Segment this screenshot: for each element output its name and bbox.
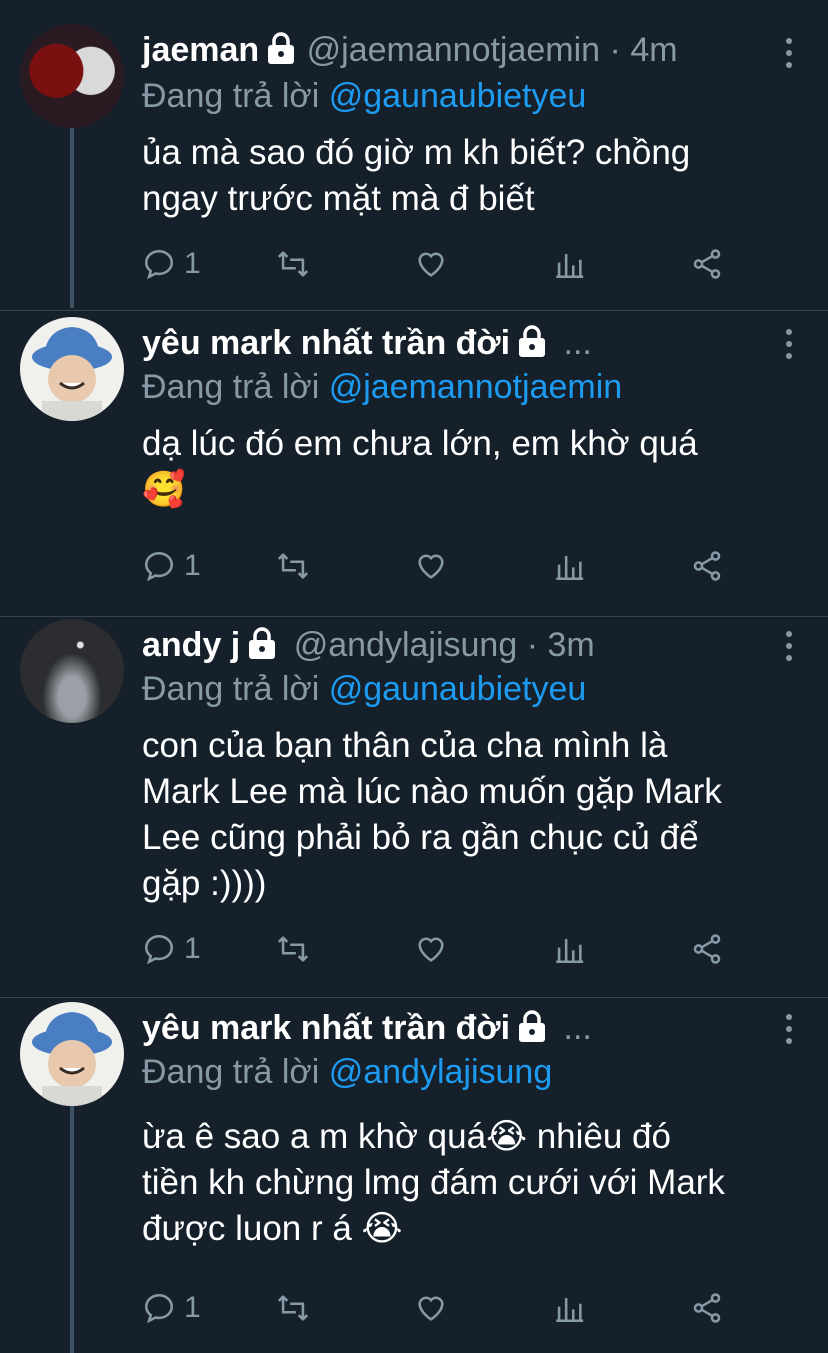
tweet-header: yêu mark nhất trần đời ...: [142, 323, 592, 367]
display-name[interactable]: yêu mark nhất trần đời: [142, 1009, 510, 1047]
retweet-icon: [277, 936, 309, 962]
share-icon: [693, 1293, 721, 1323]
like-button[interactable]: [414, 244, 448, 284]
retweet-button[interactable]: [276, 546, 310, 586]
bucket-hat-photo: [32, 327, 112, 421]
retweet-icon: [277, 1295, 309, 1321]
tweet-header: andy j @andylajisung · 3m: [142, 625, 595, 669]
display-name[interactable]: yêu mark nhất trần đời: [142, 324, 510, 362]
more-options-icon[interactable]: [786, 631, 794, 667]
reply-icon: [144, 249, 174, 280]
retweet-icon: [277, 553, 309, 579]
analytics-icon: [556, 939, 584, 964]
mention-link[interactable]: @andylajisung: [329, 1053, 553, 1091]
handle[interactable]: @andylajisung: [294, 626, 518, 664]
analytics-button[interactable]: [552, 929, 586, 969]
action-bar: 1: [142, 929, 782, 969]
heart-icon: [418, 937, 444, 962]
retweet-button[interactable]: [276, 244, 310, 284]
tweet-text: ủa mà sao đó giờ m kh biết? chồng ngay t…: [142, 133, 691, 218]
mention-link[interactable]: @gaunaubietyeu: [329, 670, 587, 708]
analytics-button[interactable]: [552, 244, 586, 284]
more-options-icon[interactable]: [786, 1014, 794, 1050]
reply-button[interactable]: 1: [142, 546, 201, 586]
replying-to: Đang trả lời @gaunaubietyeu: [142, 669, 586, 709]
timestamp[interactable]: · 3m: [527, 626, 595, 664]
avatar[interactable]: [20, 619, 124, 723]
replying-to: Đang trả lời @jaemannotjaemin: [142, 367, 622, 407]
share-button[interactable]: [690, 546, 724, 586]
share-button[interactable]: [690, 244, 724, 284]
analytics-icon: [556, 254, 584, 279]
share-icon: [693, 249, 721, 279]
avatar[interactable]: [20, 317, 124, 421]
handle[interactable]: ...: [564, 324, 592, 362]
reply-button[interactable]: 1: [142, 244, 201, 284]
reply-prefix: Đang trả lời: [142, 368, 329, 406]
heart-icon: [418, 554, 444, 579]
tweet[interactable]: andy j @andylajisung · 3m Đang trả lời @…: [0, 617, 828, 997]
tweet-text: dạ lúc đó em chưa lớn, em khờ quá 🥰: [142, 424, 698, 509]
analytics-button[interactable]: [552, 546, 586, 586]
bucket-hat-photo: [32, 1012, 112, 1106]
reply-prefix: Đang trả lời: [142, 670, 329, 708]
share-button[interactable]: [690, 1288, 724, 1328]
action-bar: 1: [142, 546, 782, 586]
share-icon: [693, 934, 721, 964]
avatar[interactable]: [20, 24, 124, 128]
replying-to: Đang trả lời @gaunaubietyeu: [142, 76, 586, 116]
lock-icon: [516, 1009, 548, 1052]
share-button[interactable]: [690, 929, 724, 969]
heart-icon: [418, 1296, 444, 1321]
lock-icon: [516, 324, 548, 367]
reply-icon: [144, 934, 174, 965]
tweet[interactable]: yêu mark nhất trần đời ... Đang trả lời …: [0, 311, 828, 616]
action-bar: 1: [142, 1288, 782, 1328]
reply-button[interactable]: 1: [142, 1288, 201, 1328]
reply-prefix: Đang trả lời: [142, 1053, 329, 1091]
display-name[interactable]: andy j: [142, 626, 240, 664]
action-bar: 1: [142, 244, 782, 284]
share-icon: [693, 551, 721, 581]
reply-count: 1: [184, 1291, 201, 1324]
heart-icon: [418, 252, 444, 277]
analytics-icon: [556, 1298, 584, 1323]
lock-icon: [246, 626, 278, 669]
tweet-text: con của bạn thân của cha mình là Mark Le…: [142, 726, 722, 903]
reply-count: 1: [184, 549, 201, 582]
timestamp[interactable]: · 4m: [610, 31, 678, 69]
tweet-header: jaeman @jaemannotjaemin · 4m: [142, 30, 678, 74]
avatar[interactable]: [20, 1002, 124, 1106]
more-options-icon[interactable]: [786, 38, 794, 74]
tweet[interactable]: jaeman @jaemannotjaemin · 4m Đang trả lờ…: [0, 0, 828, 310]
tweet-text: ừa ê sao a m khờ quá😭 nhiêu đó tiền kh c…: [142, 1117, 725, 1248]
like-button[interactable]: [414, 929, 448, 969]
reply-count: 1: [184, 932, 201, 965]
like-button[interactable]: [414, 546, 448, 586]
more-options-icon[interactable]: [786, 329, 794, 365]
retweet-button[interactable]: [276, 929, 310, 969]
handle[interactable]: ...: [564, 1009, 592, 1047]
reply-icon: [144, 551, 174, 582]
like-button[interactable]: [414, 1288, 448, 1328]
analytics-icon: [556, 556, 584, 581]
replying-to: Đang trả lời @andylajisung: [142, 1052, 552, 1092]
lock-icon: [265, 31, 297, 74]
reply-prefix: Đang trả lời: [142, 77, 329, 115]
retweet-button[interactable]: [276, 1288, 310, 1328]
reply-icon: [144, 1293, 174, 1324]
mention-link[interactable]: @gaunaubietyeu: [329, 77, 587, 115]
analytics-button[interactable]: [552, 1288, 586, 1328]
tweet-header: yêu mark nhất trần đời ...: [142, 1008, 592, 1052]
mention-link[interactable]: @jaemannotjaemin: [329, 368, 622, 406]
reply-count: 1: [184, 247, 201, 280]
retweet-icon: [277, 251, 309, 277]
handle[interactable]: @jaemannotjaemin: [307, 31, 600, 69]
display-name[interactable]: jaeman: [142, 31, 259, 69]
reply-button[interactable]: 1: [142, 929, 201, 969]
tweet[interactable]: yêu mark nhất trần đời ... Đang trả lời …: [0, 998, 828, 1353]
